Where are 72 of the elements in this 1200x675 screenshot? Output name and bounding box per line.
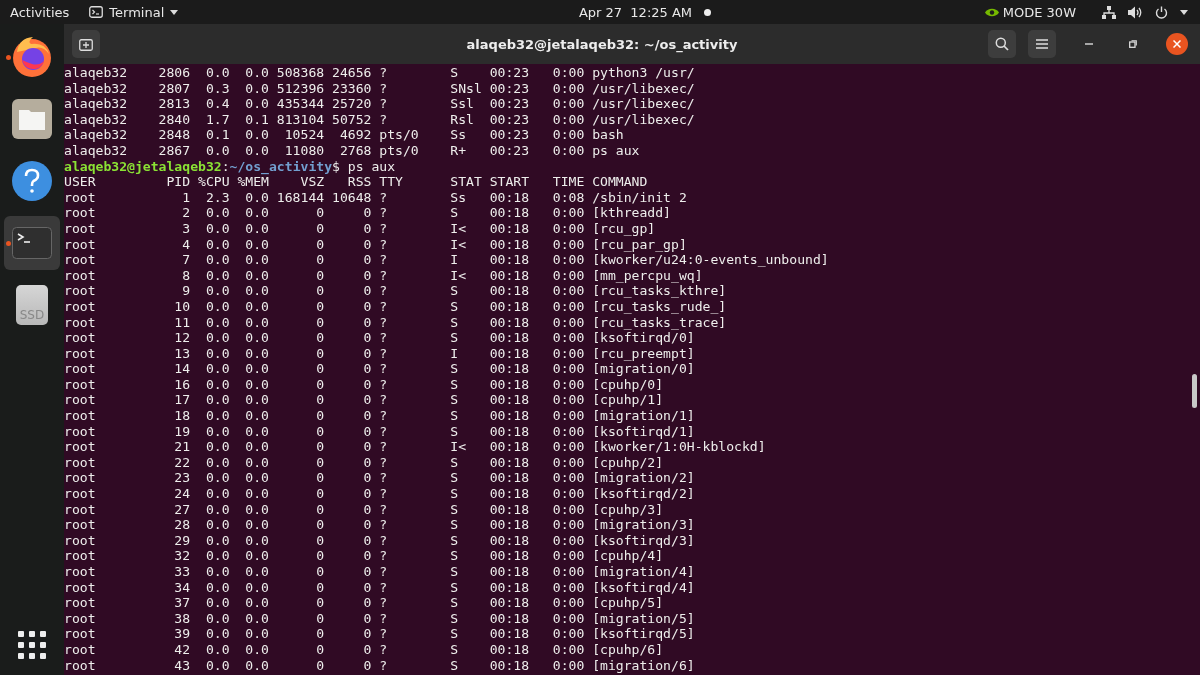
terminal-line: root 37 0.0 0.0 0 0 ? S 00:18 0:00 [cpuhp/5] — [64, 595, 664, 611]
terminal-line: root 12 0.0 0.0 0 0 ? S 00:18 0:00 [ksoftirqd/0] — [64, 330, 695, 346]
new-tab-icon — [79, 37, 93, 51]
terminal-line: root 24 0.0 0.0 0 0 ? S 00:18 0:00 [ksoftirqd/2] — [64, 486, 695, 502]
terminal-line: root 18 0.0 0.0 0 0 ? S 00:18 0:00 [migration/1] — [64, 408, 695, 424]
app-menu[interactable]: Terminal — [89, 4, 179, 20]
search-button[interactable] — [988, 30, 1016, 58]
terminal-line: root 1 2.3 0.0 168144 10648 ? Ss 00:18 0:08 /sbin/init 2 — [64, 189, 687, 206]
terminal-area[interactable] — [64, 64, 1200, 675]
drive-icon: SSD — [16, 285, 48, 325]
menu-icon — [1036, 39, 1048, 49]
minimize-icon — [1085, 43, 1093, 45]
terminal-line: USER PID %CPU %MEM VSZ RSS TTY STAT START TIME COMMAND — [64, 174, 648, 190]
terminal-line: root 38 0.0 0.0 0 0 ? S 00:18 0:00 [migration/5] — [64, 610, 695, 627]
prompt-symbol: $ — [332, 158, 340, 174]
scrollbar-thumb[interactable] — [1192, 374, 1197, 408]
terminal-icon — [12, 227, 52, 259]
window-title: alaqeb32@jetalaqeb32: ~/os_activity — [465, 36, 739, 52]
terminal-line: root 3 0.0 0.0 0 0 ? I< 00:18 0:00 [rcu_gp] — [64, 220, 656, 237]
terminal-line: root 14 0.0 0.0 0 0 ? S 00:18 0:00 [migration/0] — [64, 361, 695, 377]
folder-icon — [12, 99, 52, 139]
terminal-line: root 9 0.0 0.0 0 0 ? S 00:18 0:00 [rcu_tasks_kthre] — [64, 283, 727, 299]
terminal-line: root 21 0.0 0.0 0 0 ? I< 00:18 0:00 [kworker/1:0H-kblockd] — [64, 439, 766, 455]
menu-button[interactable] — [1028, 30, 1056, 58]
help-icon — [11, 160, 53, 202]
power-icon[interactable] — [1155, 5, 1168, 19]
terminal-line: root 29 0.0 0.0 0 0 ? S 00:18 0:00 [ksoftirqd/3] — [64, 532, 695, 549]
terminal-line: root 42 0.0 0.0 0 0 ? S 00:18 0:00 [cpuhp/6] — [64, 641, 664, 658]
close-icon — [1173, 40, 1181, 48]
terminal-line: alaqeb32 2813 0.4 0.0 435344 25720 ? Ssl 00:23 0:00 /usr/libexec/ — [64, 96, 695, 112]
gpu-mode-indicator[interactable]: MODE 30W — [983, 4, 1076, 20]
terminal-line: alaqeb32 2807 0.3 0.0 512396 23360 ? SNsl 00:23 0:00 /usr/libexec/ — [64, 80, 695, 97]
caret-icon — [170, 9, 179, 15]
prompt-user-host: alaqeb32@jetalaqeb32 — [64, 158, 222, 174]
terminal-line: root 27 0.0 0.0 0 0 ? S 00:18 0:00 [cpuhp/3] — [64, 501, 664, 518]
terminal-line: root 2 0.0 0.0 0 0 ? S 00:18 0:00 [kthreadd] — [64, 205, 671, 221]
terminal-line: root 23 0.0 0.0 0 0 ? S 00:18 0:00 [migration/2] — [64, 470, 695, 487]
prompt-separator: : — [221, 158, 230, 174]
terminal-line: root 43 0.0 0.0 0 0 ? S 00:18 0:00 [migration/6] — [64, 657, 695, 674]
terminal-line: alaqeb32 2867 0.0 0.0 11080 2768 pts/0 R+ 00:23 0:00 ps aux — [64, 142, 640, 159]
search-icon — [995, 37, 1009, 51]
prompt-path: ~/os_activity — [229, 158, 333, 174]
terminal-line: root 8 0.0 0.0 0 0 ? I< 00:18 0:00 [mm_percpu_wq] — [64, 267, 703, 284]
terminal-line: alaqeb32 2848 0.1 0.0 10524 4692 pts/0 Ss 00:23 0:00 bash — [64, 127, 624, 143]
activities-button[interactable]: Activities — [10, 4, 70, 20]
network-icon[interactable] — [1102, 5, 1116, 19]
terminal-line: root 34 0.0 0.0 0 0 ? S 00:18 0:00 [ksoftirqd/4] — [64, 579, 695, 596]
close-button[interactable] — [1166, 33, 1188, 55]
app-grid-icon[interactable] — [18, 631, 46, 659]
eye-logo-icon — [983, 6, 1000, 18]
terminal-line: root 7 0.0 0.0 0 0 ? I 00:18 0:00 [kworker/u24:0-events_unbound] — [64, 252, 829, 268]
terminal-line: root 4 0.0 0.0 0 0 ? I< 00:18 0:00 [rcu_par_gp] — [64, 236, 687, 253]
terminal-line: root 17 0.0 0.0 0 0 ? S 00:18 0:00 [cpuhp/1] — [64, 392, 664, 409]
terminal-line: root 33 0.0 0.0 0 0 ? S 00:18 0:00 [migration/4] — [64, 564, 695, 580]
clock[interactable]: Apr 27 12:25 AM — [578, 4, 693, 20]
typed-command: ps aux — [346, 158, 396, 174]
terminal-line: root 19 0.0 0.0 0 0 ? S 00:18 0:00 [ksoftirqd/1] — [64, 423, 695, 440]
terminal-line: alaqeb32 2806 0.0 0.0 508368 24656 ? S 00:23 0:00 python3 /usr/ — [64, 65, 695, 81]
terminal-line: root 32 0.0 0.0 0 0 ? S 00:18 0:00 [cpuhp/4] — [64, 548, 664, 564]
terminal-line: root 28 0.0 0.0 0 0 ? S 00:18 0:00 [migration/3] — [64, 517, 695, 533]
volume-icon[interactable] — [1128, 5, 1143, 19]
terminal-line: root 11 0.0 0.0 0 0 ? S 00:18 0:00 [rcu_tasks_trace] — [64, 314, 727, 331]
terminal-line: root 10 0.0 0.0 0 0 ? S 00:18 0:00 [rcu_tasks_rude_] — [64, 298, 727, 315]
terminal-icon — [89, 6, 104, 18]
terminal-line: alaqeb32 2840 1.7 0.1 813104 50752 ? Rsl 00:23 0:00 /usr/libexec/ — [64, 111, 695, 128]
restore-icon — [1129, 40, 1137, 48]
new-tab-button[interactable] — [72, 30, 100, 58]
terminal-line: root 39 0.0 0.0 0 0 ? S 00:18 0:00 [ksoftirqd/5] — [64, 626, 695, 642]
terminal-line: root 13 0.0 0.0 0 0 ? I 00:18 0:00 [rcu_preempt] — [64, 345, 695, 362]
terminal-line: root 16 0.0 0.0 0 0 ? S 00:18 0:00 [cpuhp/0] — [64, 376, 664, 393]
caret-icon[interactable] — [1180, 9, 1188, 15]
terminal-line: root 22 0.0 0.0 0 0 ? S 00:18 0:00 [cpuhp/2] — [64, 454, 664, 471]
